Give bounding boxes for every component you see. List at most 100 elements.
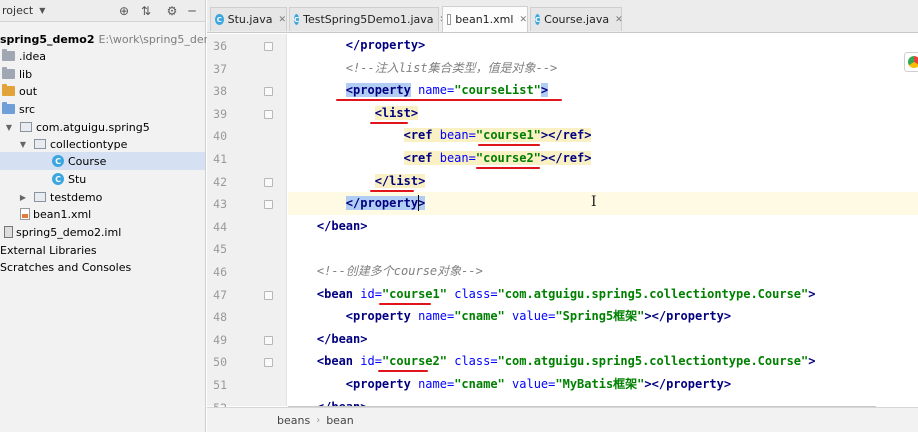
close-icon[interactable]: ✕ <box>278 15 286 25</box>
line-number[interactable]: 41 <box>207 152 227 166</box>
tab-stu-java[interactable]: C Stu.java ✕ <box>210 7 287 31</box>
tree-item-external-libraries[interactable]: External Libraries <box>0 241 97 259</box>
chevron-right-icon: › <box>316 414 321 426</box>
xml-tag-close: > <box>418 196 426 211</box>
fold-marker-icon[interactable] <box>264 290 273 300</box>
chevron-down-icon[interactable]: ▼ <box>4 123 14 132</box>
code-line[interactable] <box>288 237 918 260</box>
editor-gutter[interactable]: 3637383940414243444546474849505152 <box>207 34 287 415</box>
tree-item-idea[interactable]: .idea <box>2 47 46 65</box>
line-number[interactable]: 50 <box>207 355 227 369</box>
tree-item-iml[interactable]: spring5_demo2.iml <box>4 223 121 241</box>
text-caret <box>418 195 419 212</box>
line-number[interactable]: 51 <box>207 378 227 392</box>
tab-label: bean1.xml <box>455 13 514 26</box>
chevron-down-icon[interactable]: ▼ <box>18 140 28 149</box>
tree-item-bean1-xml[interactable]: bean1.xml <box>20 205 91 223</box>
line-number[interactable]: 45 <box>207 242 227 256</box>
annotation-underline <box>336 99 562 102</box>
tree-item-src[interactable]: src <box>2 100 35 118</box>
line-number[interactable]: 44 <box>207 220 227 234</box>
tree-item-stu[interactable]: C Stu <box>52 170 86 188</box>
code-line[interactable]: </property> <box>288 34 918 57</box>
line-number[interactable]: 47 <box>207 288 227 302</box>
breadcrumb: beans › bean <box>207 407 918 432</box>
gear-icon[interactable]: ⚙ <box>164 3 180 19</box>
locate-icon[interactable]: ⊕ <box>116 3 132 19</box>
close-icon[interactable]: ✕ <box>519 15 527 25</box>
line-number[interactable]: 49 <box>207 333 227 347</box>
xml-attribute-name: class <box>454 354 491 369</box>
equals: = <box>374 286 382 301</box>
fold-marker-icon[interactable] <box>264 177 273 187</box>
code-line[interactable]: <bean id="course1" class="com.atguigu.sp… <box>288 283 918 306</box>
tree-item-project-root[interactable]: spring5_demo2 E:\work\spring5_demo2 <box>0 30 228 48</box>
fold-marker-icon[interactable] <box>264 87 273 97</box>
package-icon <box>20 122 32 132</box>
code-line[interactable]: <property name="cname" value="Spring5框架"… <box>288 305 918 328</box>
fold-marker-icon[interactable] <box>264 200 273 210</box>
xml-attribute-value: "courseList" <box>454 83 541 98</box>
xml-comment: <!--注入list集合类型，值是对象--> <box>345 60 558 75</box>
chrome-browser-icon[interactable] <box>904 52 918 72</box>
tree-item-label: bean1.xml <box>33 207 92 221</box>
tree-item-course[interactable]: C Course <box>0 152 205 170</box>
package-icon <box>34 139 46 149</box>
line-number[interactable]: 48 <box>207 310 227 324</box>
tree-item-package-root[interactable]: ▼ com.atguigu.spring5 <box>4 118 150 136</box>
close-icon[interactable]: ✕ <box>615 15 623 25</box>
line-number[interactable]: 42 <box>207 175 227 189</box>
line-number[interactable]: 40 <box>207 129 227 143</box>
line-number[interactable]: 43 <box>207 197 227 211</box>
project-panel-title[interactable]: roject <box>2 4 33 17</box>
code-line[interactable]: <ref bean="course1"></ref> <box>288 124 918 147</box>
xml-tag-close: ></ref> <box>540 128 592 143</box>
line-number[interactable]: 46 <box>207 265 227 279</box>
code-line[interactable]: <property name="cname" value="MyBatis框架"… <box>288 373 918 396</box>
code-editor[interactable]: </property> <!--注入list集合类型，值是对象--> <prop… <box>288 34 918 406</box>
code-line[interactable]: </list> <box>288 170 918 193</box>
code-content: <property name="cname" value="Spring5框架"… <box>346 309 731 323</box>
tree-item-out[interactable]: out <box>2 82 37 100</box>
hide-panel-icon[interactable]: ─ <box>184 3 200 19</box>
fold-marker-icon[interactable] <box>264 335 273 345</box>
chevron-right-icon[interactable]: ▶ <box>18 193 28 202</box>
tree-item-testdemo[interactable]: ▶ testdemo <box>18 188 102 206</box>
line-number[interactable]: 36 <box>207 39 227 53</box>
fold-marker-icon[interactable] <box>264 109 273 119</box>
code-line[interactable]: </bean> <box>288 328 918 351</box>
tab-course-java[interactable]: C Course.java ✕ <box>530 7 623 31</box>
code-line[interactable]: </property> <box>288 192 918 215</box>
tree-item-collectiontype[interactable]: ▼ collectiontype <box>18 135 127 153</box>
package-icon <box>34 192 46 202</box>
code-line[interactable]: </bean> <box>288 215 918 238</box>
collapse-all-icon[interactable]: ⇅ <box>138 3 154 19</box>
breadcrumb-item-bean[interactable]: bean <box>326 414 353 427</box>
xml-tag-close: > <box>418 173 426 188</box>
code-line[interactable]: <!--注入list集合类型，值是对象--> <box>288 57 918 80</box>
line-number[interactable]: 38 <box>207 84 227 98</box>
chevron-down-icon[interactable]: ▼ <box>39 6 45 15</box>
line-number[interactable]: 39 <box>207 107 227 121</box>
breadcrumb-item-beans[interactable]: beans <box>277 414 310 427</box>
xml-tag-close: ></ref> <box>540 151 592 165</box>
fold-marker-icon[interactable] <box>264 358 273 368</box>
code-line[interactable]: <!--创建多个course对象--> <box>288 260 918 283</box>
code-line[interactable]: <ref bean="course2"></ref> <box>288 147 918 170</box>
xml-attribute-value: "course2" <box>475 151 541 165</box>
fold-marker-icon[interactable] <box>264 42 273 51</box>
tree-item-scratches[interactable]: Scratches and Consoles <box>0 258 131 276</box>
tree-item-lib[interactable]: lib <box>2 65 32 83</box>
line-number[interactable]: 37 <box>207 62 227 76</box>
tab-testspring5demo1-java[interactable]: C TestSpring5Demo1.java ✕ <box>289 7 447 31</box>
xml-attribute-name: name <box>418 83 447 98</box>
code-line[interactable]: </bean> <box>288 396 918 406</box>
project-panel: roject ▼ ⊕ ⇅ ⚙ ─ spring5_demo2 E:\work\s… <box>0 0 228 432</box>
xml-attribute-name: value <box>512 377 549 391</box>
iml-file-icon <box>4 226 13 238</box>
tab-bean1-xml[interactable]: bean1.xml ✕ <box>442 6 528 32</box>
